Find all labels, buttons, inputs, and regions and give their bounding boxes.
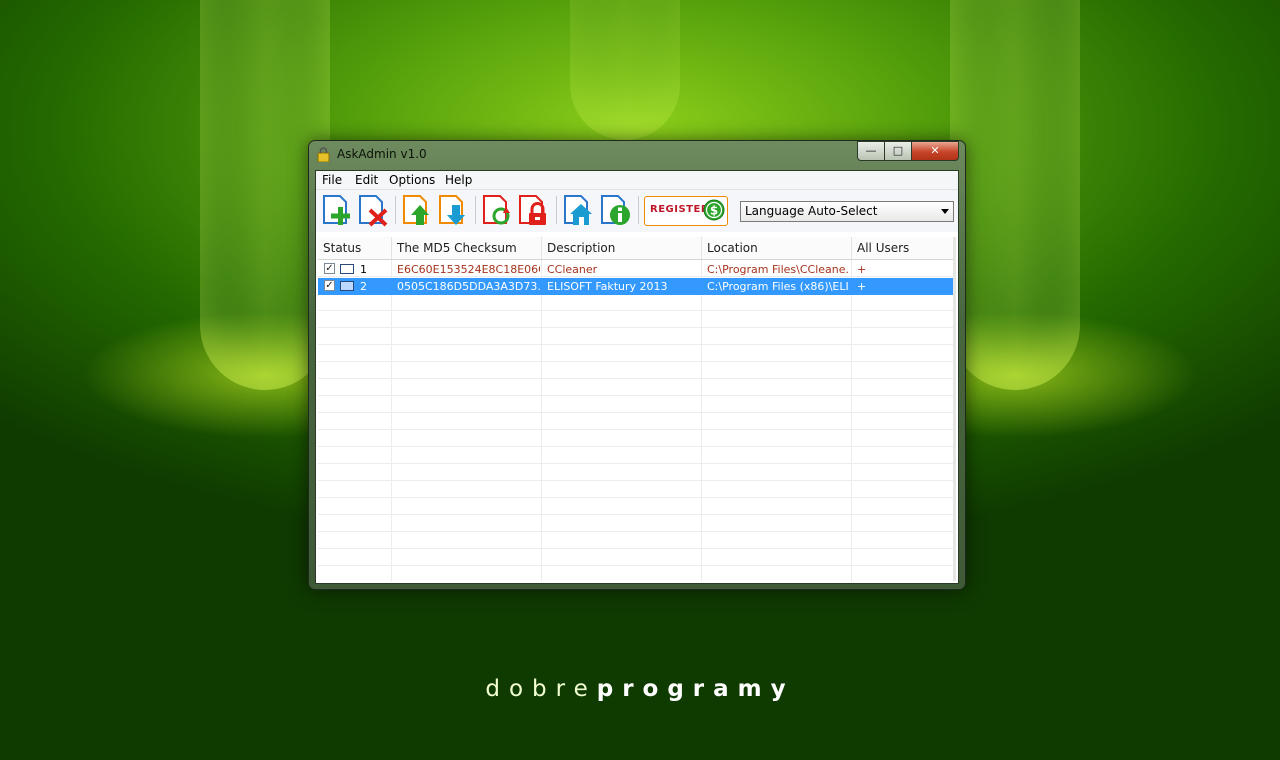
column-header-status[interactable]: Status xyxy=(318,237,392,259)
menu-options[interactable]: Options xyxy=(389,173,435,187)
column-header-md5[interactable]: The MD5 Checksum xyxy=(392,237,542,259)
toolbar-separator xyxy=(556,196,557,224)
minimize-button[interactable]: — xyxy=(857,141,885,161)
window-title: AskAdmin v1.0 xyxy=(337,147,427,161)
home-icon[interactable] xyxy=(561,193,595,227)
window-icon xyxy=(340,264,354,274)
column-divider xyxy=(541,260,542,581)
all-users-cell: + xyxy=(857,263,867,276)
logo-light-text: dobre xyxy=(485,676,597,702)
vertical-scrollbar[interactable] xyxy=(953,237,956,581)
padlock-icon xyxy=(317,147,330,162)
refresh-icon[interactable] xyxy=(480,193,514,227)
svg-text:$: $ xyxy=(710,204,718,218)
column-header-description[interactable]: Description xyxy=(542,237,702,259)
row-checkbox[interactable]: ✓ xyxy=(324,263,335,274)
import-icon[interactable] xyxy=(400,193,434,227)
row-number: 1 xyxy=(360,263,367,276)
dropdown-arrow-icon xyxy=(941,209,949,214)
location-cell: C:\Program Files\CCleane... xyxy=(707,263,850,276)
toolbar: REGISTER $ Language Auto-Select xyxy=(316,190,958,232)
title-bar[interactable]: AskAdmin v1.0 — □ ✕ xyxy=(309,141,965,167)
column-divider xyxy=(701,260,702,581)
description-cell: CCleaner xyxy=(547,263,598,276)
background-glow-tube-right xyxy=(950,0,1080,390)
row-checkbox[interactable]: ✓ xyxy=(324,280,335,291)
export-icon[interactable] xyxy=(436,193,470,227)
column-divider xyxy=(851,260,852,581)
all-users-cell: + xyxy=(857,280,867,293)
language-select[interactable]: Language Auto-Select xyxy=(740,201,954,222)
column-divider xyxy=(391,260,392,581)
add-file-icon[interactable] xyxy=(320,193,354,227)
table-body xyxy=(318,260,956,581)
info-icon[interactable] xyxy=(598,193,632,227)
dobreprogramy-logo: dobreprogramy xyxy=(0,676,1280,702)
remove-file-icon[interactable] xyxy=(356,193,390,227)
logo-bold-text: programy xyxy=(596,676,795,702)
client-area: File Edit Options Help REGISTER $ Langua… xyxy=(315,170,959,584)
column-header-location[interactable]: Location xyxy=(702,237,852,259)
menu-edit[interactable]: Edit xyxy=(355,173,378,187)
row-number: 2 xyxy=(360,280,367,293)
register-label: REGISTER xyxy=(650,204,710,215)
column-header-all-users[interactable]: All Users xyxy=(852,237,956,259)
language-select-value: Language Auto-Select xyxy=(745,204,878,218)
table-row[interactable]: ✓ 1 E6C60E153524E8C18E06C... CCleaner C:… xyxy=(318,261,956,278)
toolbar-separator xyxy=(638,196,639,224)
menu-help[interactable]: Help xyxy=(445,173,472,187)
dollar-coin-icon: $ xyxy=(703,199,725,221)
toolbar-separator xyxy=(475,196,476,224)
table-header: Status The MD5 Checksum Description Loca… xyxy=(318,237,956,260)
menu-bar: File Edit Options Help xyxy=(316,171,958,190)
window-icon xyxy=(340,281,354,291)
menu-file[interactable]: File xyxy=(322,173,342,187)
lock-icon[interactable] xyxy=(516,193,550,227)
close-button[interactable]: ✕ xyxy=(911,141,959,161)
md5-cell: 0505C186D5DDA3A3D73... xyxy=(397,280,540,293)
description-cell: ELISOFT Faktury 2013 xyxy=(547,280,668,293)
toolbar-separator xyxy=(395,196,396,224)
register-button[interactable]: REGISTER $ xyxy=(644,196,728,226)
location-cell: C:\Program Files (x86)\ELI... xyxy=(707,280,850,293)
askadmin-window: AskAdmin v1.0 — □ ✕ File Edit Options He… xyxy=(308,140,966,590)
maximize-button[interactable]: □ xyxy=(884,141,912,161)
background-glow-tube-center xyxy=(570,0,680,140)
table-row-selected[interactable]: ✓ 2 0505C186D5DDA3A3D73... ELISOFT Faktu… xyxy=(318,278,956,295)
entries-table: Status The MD5 Checksum Description Loca… xyxy=(318,237,956,581)
md5-cell: E6C60E153524E8C18E06C... xyxy=(397,263,540,276)
